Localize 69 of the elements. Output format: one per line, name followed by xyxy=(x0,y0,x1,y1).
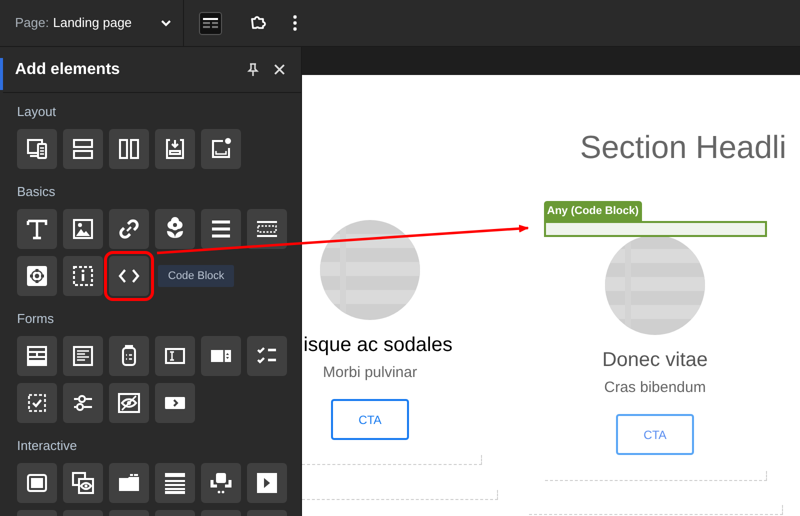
close-icon[interactable] xyxy=(274,64,285,75)
tooltip: Code Block xyxy=(158,265,234,287)
element-tile[interactable] xyxy=(17,209,57,249)
element-tile[interactable] xyxy=(109,129,149,169)
play-icon xyxy=(255,471,279,495)
frame-icon xyxy=(25,471,49,495)
element-tile[interactable] xyxy=(247,463,287,503)
container-dot-icon xyxy=(209,137,233,161)
element-tile[interactable] xyxy=(201,336,241,376)
section-label: Interactive xyxy=(17,437,78,455)
element-tile[interactable] xyxy=(63,463,103,503)
element-tile[interactable] xyxy=(247,336,287,376)
element-tile[interactable] xyxy=(109,383,149,423)
page-selector[interactable]: Page: Landing page xyxy=(0,0,184,46)
download-box-icon xyxy=(163,137,187,161)
element-tile[interactable] xyxy=(109,463,149,503)
rows-icon xyxy=(71,137,95,161)
section-label: Basics xyxy=(17,183,56,201)
element-tile[interactable] xyxy=(63,256,103,296)
element-tile[interactable] xyxy=(17,256,57,296)
drop-target-label: Any (Code Block) xyxy=(544,201,642,221)
element-tile[interactable] xyxy=(63,383,103,423)
element-tile[interactable] xyxy=(17,129,57,169)
link-icon xyxy=(117,217,141,241)
panel-title: Add elements xyxy=(15,60,120,80)
carousel-icon xyxy=(209,471,233,495)
puzzle-icon[interactable] xyxy=(250,15,266,31)
element-tile[interactable] xyxy=(155,463,195,503)
columns-icon xyxy=(117,137,141,161)
checkbox-icon xyxy=(25,391,49,415)
element-tile[interactable] xyxy=(63,129,103,169)
element-tile[interactable] xyxy=(201,463,241,503)
card-title: Donec vitae xyxy=(602,348,708,373)
more-icon[interactable] xyxy=(293,15,297,31)
card-subtitle: Cras bibendum xyxy=(604,378,706,398)
pin-icon[interactable] xyxy=(247,62,259,76)
section-label: Forms xyxy=(17,310,55,328)
form-icon xyxy=(25,344,49,368)
element-tile[interactable] xyxy=(155,129,195,169)
element-tile[interactable] xyxy=(201,209,241,249)
element-tile[interactable] xyxy=(155,209,195,249)
info-placeholder-icon xyxy=(71,264,95,288)
text-icon xyxy=(25,217,49,241)
element-tile[interactable] xyxy=(109,209,149,249)
section-heading: Section Headli xyxy=(580,128,786,167)
element-tile[interactable] xyxy=(247,209,287,249)
element-tile[interactable] xyxy=(155,383,195,423)
element-tile[interactable] xyxy=(155,336,195,376)
card-title: isque ac sodales xyxy=(304,333,452,358)
active-indicator xyxy=(0,58,3,90)
chevron-down-icon xyxy=(161,20,171,26)
eye-slash-icon xyxy=(117,391,141,415)
settings-icon xyxy=(25,264,49,288)
element-tile[interactable] xyxy=(17,336,57,376)
text-area-icon xyxy=(71,344,95,368)
element-tile[interactable] xyxy=(63,336,103,376)
element-tile[interactable] xyxy=(109,336,149,376)
devices-icon xyxy=(25,137,49,161)
card-subtitle: Morbi pulvinar xyxy=(322,363,418,383)
popup-eye-icon xyxy=(71,471,95,495)
cta-button[interactable]: CTA xyxy=(331,399,409,440)
element-tile[interactable] xyxy=(63,209,103,249)
layout-toggle-button[interactable] xyxy=(199,12,222,34)
list-icon xyxy=(163,471,187,495)
element-tile[interactable] xyxy=(17,463,57,503)
section-label: Layout xyxy=(17,103,58,121)
element-tile[interactable] xyxy=(201,129,241,169)
element-tile[interactable] xyxy=(17,383,57,423)
image-icon xyxy=(71,217,95,241)
